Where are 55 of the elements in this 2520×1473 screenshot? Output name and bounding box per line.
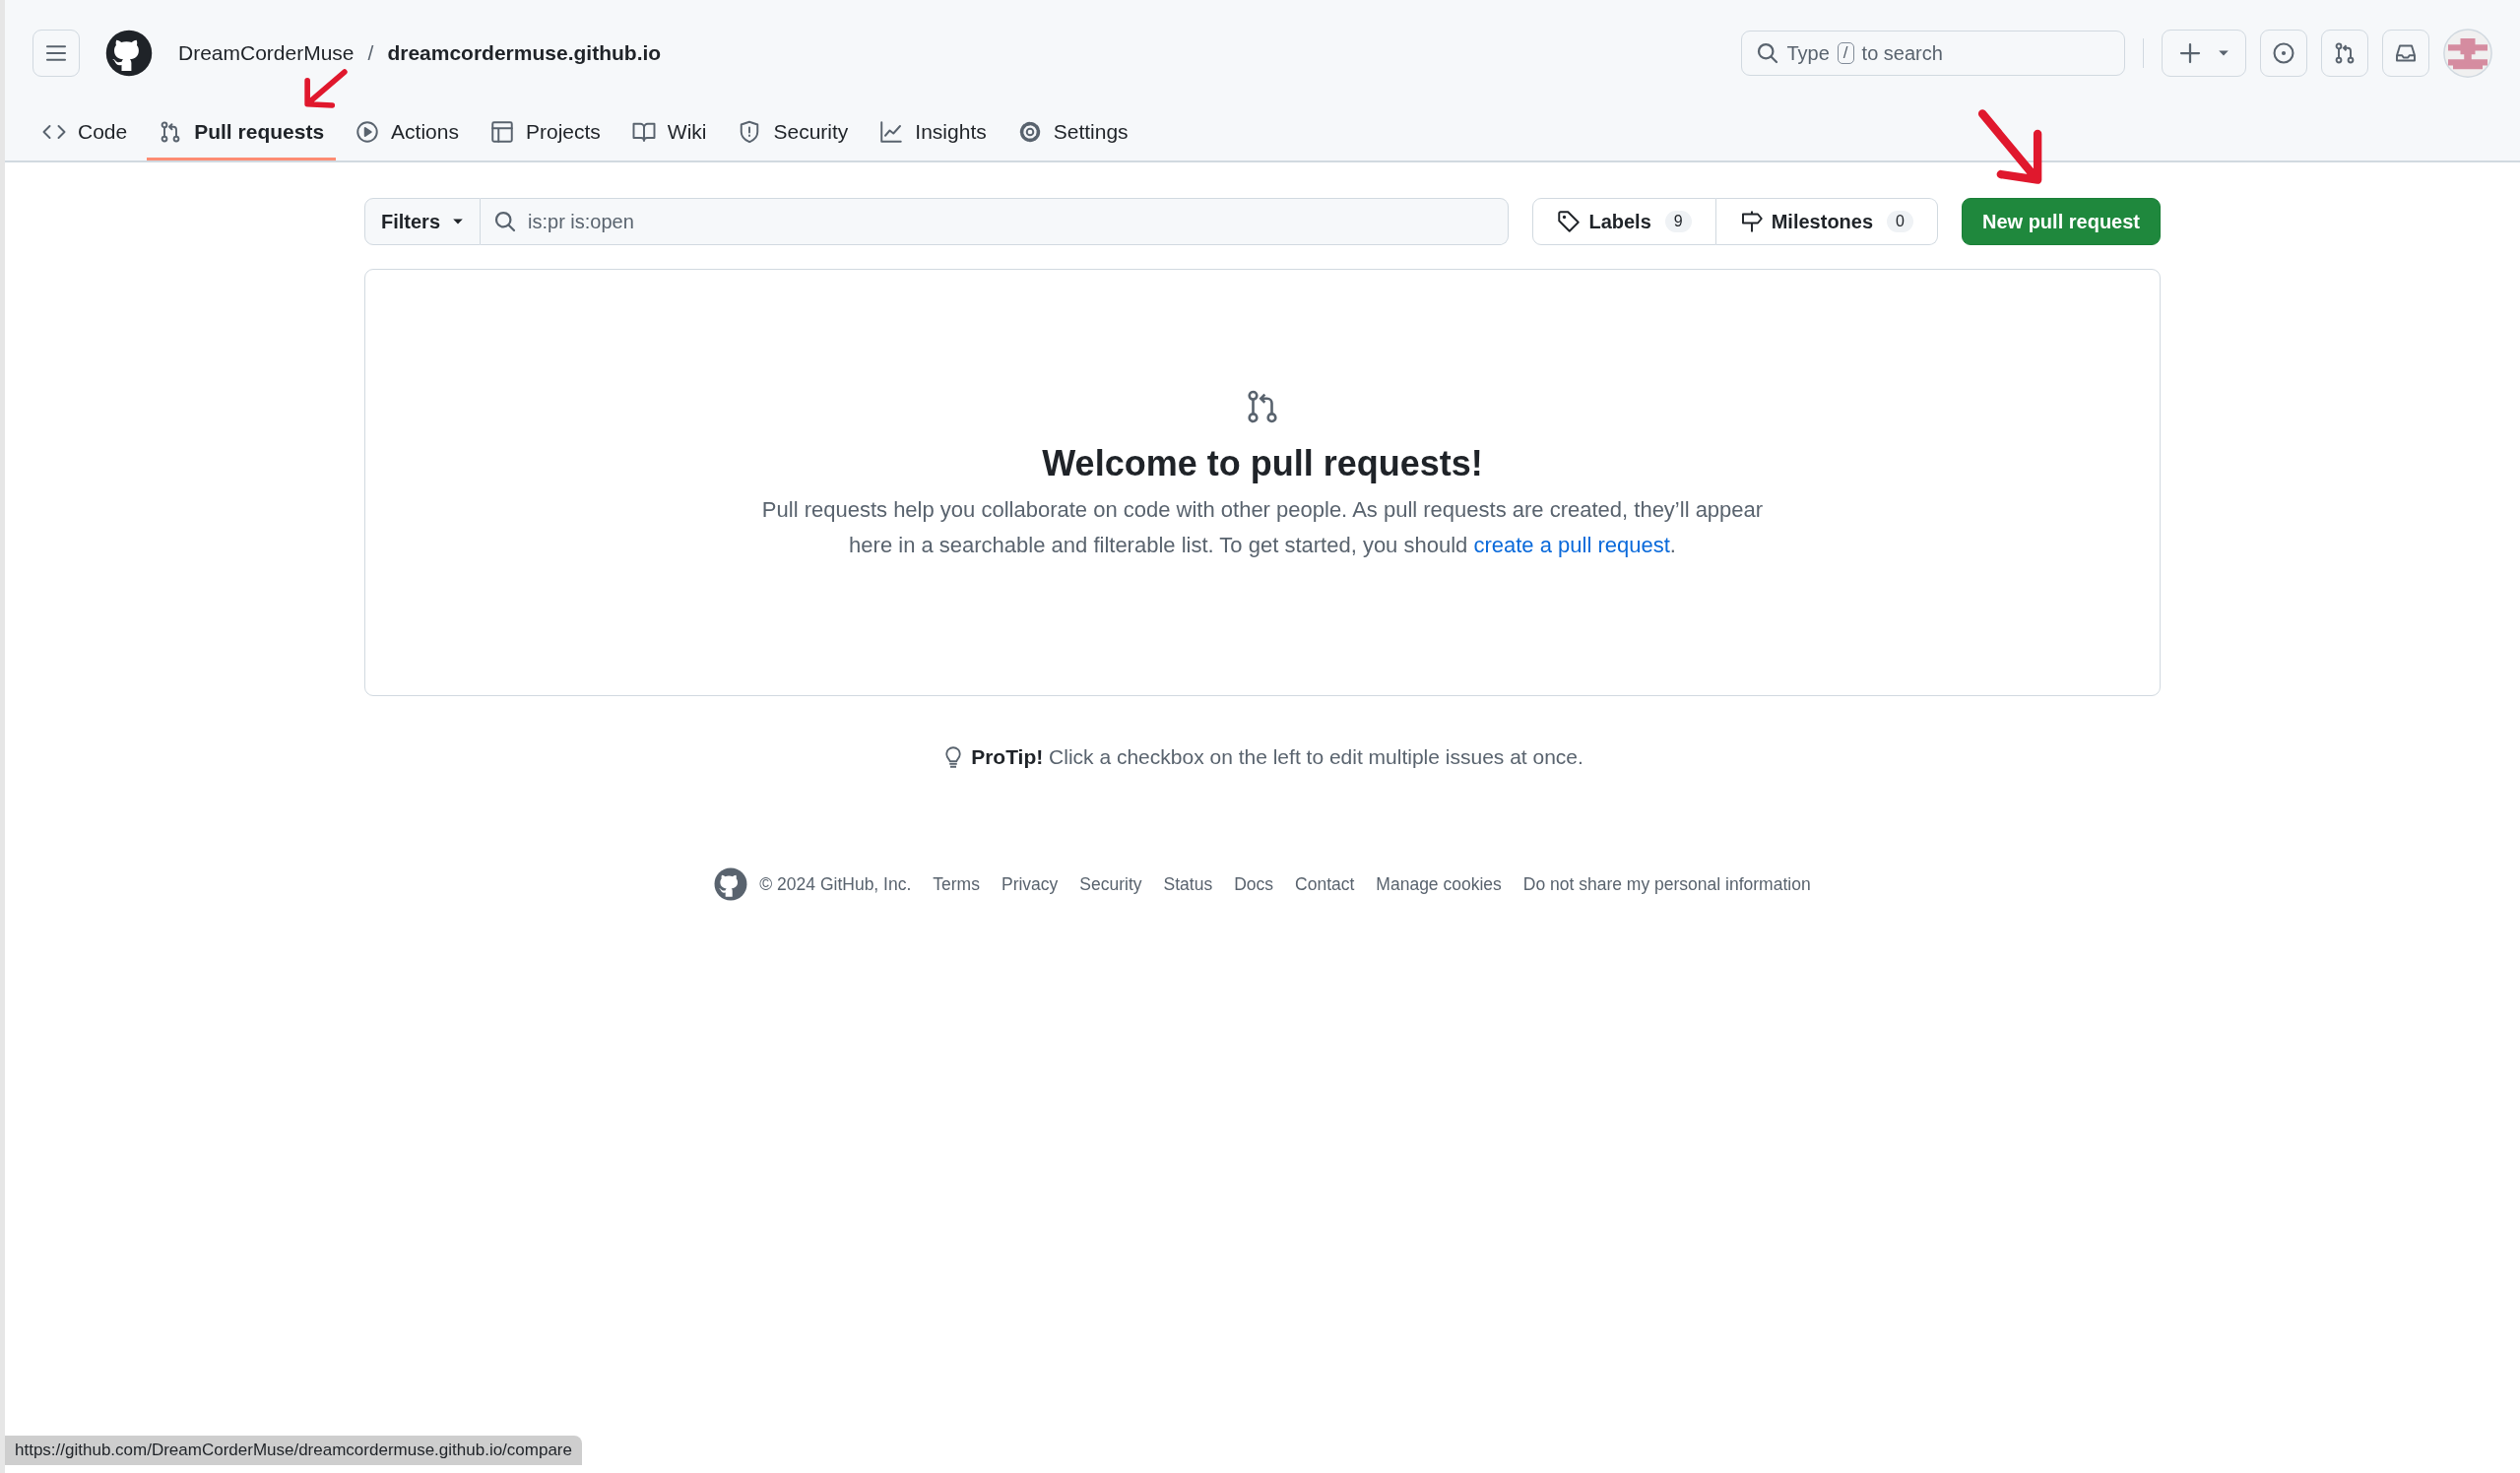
milestones-button[interactable]: Milestones 0 [1715,198,1938,245]
pull-request-icon [2333,41,2357,65]
repo-tab[interactable]: Projects [478,106,613,160]
copyright-text: © 2024 GitHub, Inc. [759,873,912,895]
status-bar-url: https://github.com/DreamCorderMuse/dreamcordermuse.github.io/compare [5,1436,582,1465]
create-new-button[interactable] [2162,30,2246,77]
search-hint-text: to search [1861,41,1943,65]
search-icon [1755,41,1779,65]
new-pull-request-button[interactable]: New pull request [1961,198,2161,245]
blankslate-text: Pull requests help you collaborate on code with other people. As pull requests are created, they’ll appear here in a searchable and filterable list. To get started, you should create a pull request. [760,496,1765,559]
caret-icon [452,218,465,225]
filters-button[interactable]: Filters [364,198,482,245]
owner-link[interactable]: DreamCorderMuse [178,41,355,65]
graph-icon [879,120,904,144]
global-search-field[interactable]: Type / to search [1740,31,2125,76]
pull-requests-button[interactable] [2321,30,2368,77]
breadcrumb-separator: / [367,41,374,65]
repo-tab[interactable]: Wiki [619,106,719,160]
repo-tab[interactable]: Code [31,106,140,160]
repo-tab[interactable]: Insights [868,106,999,160]
repo-tab[interactable]: Security [726,106,861,160]
search-hint-text: Type [1786,41,1830,65]
signpost-icon [1739,210,1764,233]
repo-tab[interactable]: Pull requests [147,106,337,160]
footer-link[interactable]: Docs [1234,873,1274,895]
issues-button[interactable] [2260,30,2307,77]
caret-icon [2218,49,2229,57]
footer-link[interactable]: Contact [1295,873,1355,895]
pull-request-search-field[interactable]: is:pr is:open [481,198,1510,245]
settings-icon [1017,120,1042,144]
inbox-button[interactable] [2382,30,2429,77]
repo-tab[interactable]: Actions [344,106,471,160]
protip-text: ProTip! Click a checkbox on the left to edit multiple issues at once. [971,745,1583,769]
footer-link[interactable]: Terms [933,873,980,895]
tag-icon [1557,210,1582,233]
circle-dot-icon [2272,41,2295,65]
menu-button[interactable] [32,30,80,77]
table-icon [489,120,514,144]
octocat-logo-icon[interactable] [714,867,748,901]
plus-icon [2178,41,2202,65]
labels-button[interactable]: Labels 9 [1532,198,1716,245]
search-icon [493,210,518,233]
footer-link[interactable]: Privacy [1001,873,1059,895]
create-pull-request-link[interactable]: create a pull request [1473,533,1670,557]
footer-link[interactable]: Manage cookies [1376,873,1502,895]
footer-link[interactable]: Status [1163,873,1213,895]
repository-link[interactable]: dreamcordermuse.github.io [387,41,662,65]
footer-link[interactable]: Security [1079,873,1142,895]
octocat-logo-icon[interactable] [105,30,153,77]
keyboard-key: / [1837,42,1854,64]
book-icon [631,120,656,144]
footer-link[interactable]: Do not share my personal information [1522,873,1811,895]
repo-tab[interactable]: Settings [1005,106,1140,160]
play-icon [355,120,380,144]
blankslate-title: Welcome to pull requests! [1042,443,1483,484]
